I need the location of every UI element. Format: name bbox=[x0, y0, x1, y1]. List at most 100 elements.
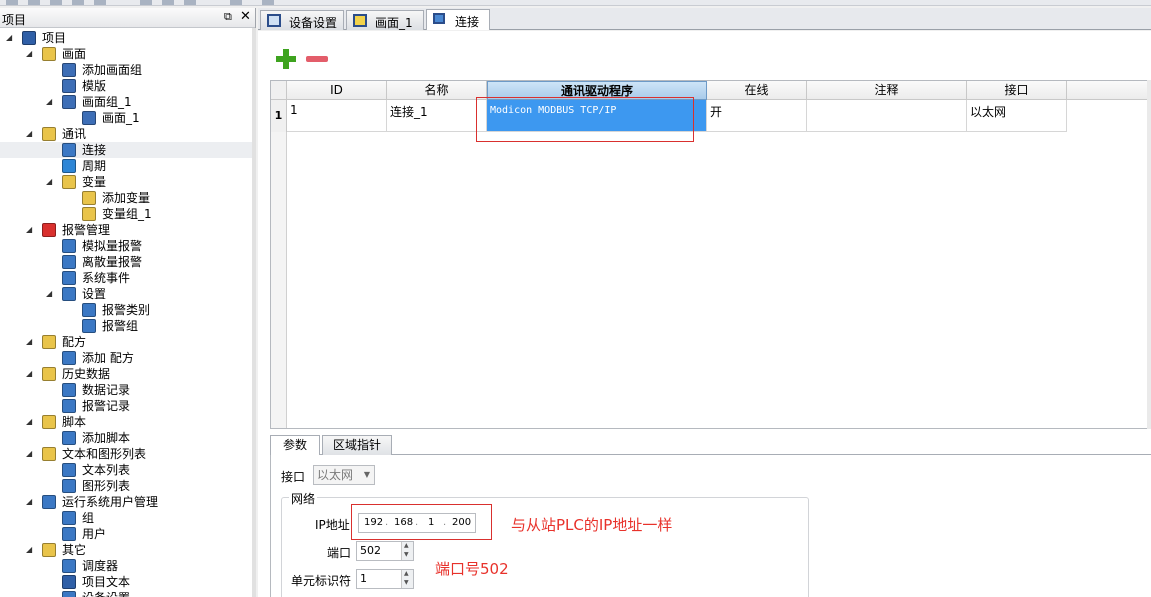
plus-icon[interactable] bbox=[276, 49, 296, 69]
tree-item[interactable]: ◢ 项目 bbox=[0, 30, 252, 46]
tree-item[interactable]: 离散量报警 bbox=[0, 254, 252, 270]
toolbar-button[interactable] bbox=[162, 0, 174, 5]
tab-area-pointers[interactable]: 区域指针 bbox=[322, 435, 392, 455]
tree-item[interactable]: ◢ 文本和图形列表 bbox=[0, 446, 252, 462]
column-header-interface[interactable]: 接口 bbox=[967, 81, 1067, 100]
minus-icon[interactable] bbox=[306, 56, 328, 62]
tree-item[interactable]: ◢ 脚本 bbox=[0, 414, 252, 430]
tree-item[interactable]: 数据记录 bbox=[0, 382, 252, 398]
tree-expander-icon[interactable]: ◢ bbox=[26, 542, 36, 558]
cell-online[interactable]: 开 bbox=[707, 100, 807, 132]
row-header[interactable]: 1 bbox=[271, 100, 287, 132]
project-tree-scrollbar[interactable] bbox=[252, 28, 256, 597]
text-graphic-folder-icon bbox=[42, 447, 56, 461]
tree-item[interactable]: ◢ 其它 bbox=[0, 542, 252, 558]
tree-item[interactable]: 添加脚本 bbox=[0, 430, 252, 446]
tree-item[interactable]: 报警组 bbox=[0, 318, 252, 334]
tree-expander-icon[interactable]: ◢ bbox=[46, 94, 56, 110]
column-header-name[interactable]: 名称 bbox=[387, 81, 487, 100]
chevron-up-icon[interactable]: ▲ bbox=[404, 570, 409, 578]
toolbar-button[interactable] bbox=[230, 0, 242, 5]
interface-select[interactable]: 以太网 ▼ bbox=[313, 465, 375, 485]
tree-item[interactable]: 添加画面组 bbox=[0, 62, 252, 78]
user-icon bbox=[62, 527, 76, 541]
tree-item[interactable]: ◢ 变量 bbox=[0, 174, 252, 190]
stepper-buttons[interactable]: ▲ ▼ bbox=[401, 542, 413, 560]
tree-item[interactable]: ◢ 画面组_1 bbox=[0, 94, 252, 110]
toolbar-button[interactable] bbox=[94, 0, 106, 5]
tab-device-settings[interactable]: 设备设置 bbox=[260, 10, 344, 30]
column-header-id[interactable]: ID bbox=[287, 81, 387, 100]
tree-item[interactable]: 文本列表 bbox=[0, 462, 252, 478]
tree-item[interactable]: 设备设置 bbox=[0, 590, 252, 597]
tree-expander-icon[interactable]: ◢ bbox=[26, 494, 36, 510]
tree-item[interactable]: 周期 bbox=[0, 158, 252, 174]
tree-item[interactable]: 项目文本 bbox=[0, 574, 252, 590]
toolbar-button[interactable] bbox=[50, 0, 62, 5]
tree-item[interactable]: 调度器 bbox=[0, 558, 252, 574]
tree-item[interactable]: 用户 bbox=[0, 526, 252, 542]
unit-id-stepper[interactable]: 1 ▲ ▼ bbox=[356, 569, 414, 589]
tree-item[interactable]: 画面_1 bbox=[0, 110, 252, 126]
tree-item[interactable]: 添加变量 bbox=[0, 190, 252, 206]
tree-item[interactable]: 组 bbox=[0, 510, 252, 526]
alarm-class-icon bbox=[82, 303, 96, 317]
cell-id[interactable]: 1 bbox=[287, 100, 387, 132]
connections-table: ID 名称 通讯驱动程序 在线 注释 接口 1 1 连接_1 Modicon M… bbox=[270, 80, 1151, 429]
tree-item[interactable]: ◢ 历史数据 bbox=[0, 366, 252, 382]
chevron-down-icon[interactable]: ▼ bbox=[404, 579, 409, 587]
tree-expander-icon[interactable]: ◢ bbox=[26, 414, 36, 430]
tree-item[interactable]: ◢ 运行系统用户管理 bbox=[0, 494, 252, 510]
tree-expander-icon[interactable]: ◢ bbox=[26, 222, 36, 238]
tree-expander-icon[interactable]: ◢ bbox=[26, 46, 36, 62]
toolbar-button[interactable] bbox=[140, 0, 152, 5]
add-screen-icon bbox=[62, 63, 76, 77]
tree-item[interactable]: ◢ 报警管理 bbox=[0, 222, 252, 238]
chevron-down-icon[interactable]: ▼ bbox=[404, 551, 409, 559]
tab-screen-1[interactable]: 画面_1 bbox=[346, 10, 424, 30]
toolbar-button[interactable] bbox=[262, 0, 274, 5]
toolbar-button[interactable] bbox=[28, 0, 40, 5]
tree-item[interactable]: 添加 配方 bbox=[0, 350, 252, 366]
toolbar-button[interactable] bbox=[72, 0, 84, 5]
cell-name[interactable]: 连接_1 bbox=[387, 100, 487, 132]
tree-item[interactable]: 连接 bbox=[0, 142, 252, 158]
tab-connections[interactable]: 连接 bbox=[426, 9, 490, 30]
column-header-comment[interactable]: 注释 bbox=[807, 81, 967, 100]
tree-item[interactable]: ◢ 画面 bbox=[0, 46, 252, 62]
tree-expander-icon[interactable]: ◢ bbox=[26, 126, 36, 142]
tree-item[interactable]: 模版 bbox=[0, 78, 252, 94]
tree-item[interactable]: 模拟量报警 bbox=[0, 238, 252, 254]
tree-item[interactable]: 变量组_1 bbox=[0, 206, 252, 222]
tree-item[interactable]: 系统事件 bbox=[0, 270, 252, 286]
chevron-up-icon[interactable]: ▲ bbox=[404, 542, 409, 550]
tree-item[interactable]: ◢ 通讯 bbox=[0, 126, 252, 142]
tree-item-label: 报警类别 bbox=[102, 303, 151, 317]
tree-item[interactable]: 图形列表 bbox=[0, 478, 252, 494]
tree-item[interactable]: 报警记录 bbox=[0, 398, 252, 414]
table-corner[interactable] bbox=[271, 81, 287, 100]
table-scrollbar[interactable] bbox=[1147, 80, 1151, 429]
toolbar-button[interactable] bbox=[184, 0, 196, 5]
stepper-buttons[interactable]: ▲ ▼ bbox=[401, 570, 413, 588]
port-stepper[interactable]: 502 ▲ ▼ bbox=[356, 541, 414, 561]
tree-expander-icon[interactable]: ◢ bbox=[26, 446, 36, 462]
tab-label: 画面_1 bbox=[375, 16, 413, 30]
cell-interface[interactable]: 以太网 bbox=[967, 100, 1067, 132]
tree-expander-icon[interactable]: ◢ bbox=[26, 334, 36, 350]
tree-expander-icon[interactable]: ◢ bbox=[46, 286, 56, 302]
tree-item[interactable]: ◢ 配方 bbox=[0, 334, 252, 350]
tree-item-label: 变量组_1 bbox=[102, 207, 152, 221]
tab-parameters[interactable]: 参数 bbox=[270, 435, 320, 456]
tree-item[interactable]: 报警类别 bbox=[0, 302, 252, 318]
tree-expander-icon[interactable]: ◢ bbox=[26, 366, 36, 382]
tree-expander-icon[interactable]: ◢ bbox=[46, 174, 56, 190]
close-panel-icon[interactable]: ✕ bbox=[240, 9, 251, 24]
cell-comment[interactable] bbox=[807, 100, 967, 132]
toolbar-button[interactable] bbox=[6, 0, 18, 5]
float-panel-icon[interactable]: ⧉ bbox=[224, 10, 232, 24]
tree-item[interactable]: ◢ 设置 bbox=[0, 286, 252, 302]
tree-expander-icon[interactable]: ◢ bbox=[6, 30, 16, 46]
tree-item-label: 历史数据 bbox=[62, 367, 111, 381]
column-header-online[interactable]: 在线 bbox=[707, 81, 807, 100]
